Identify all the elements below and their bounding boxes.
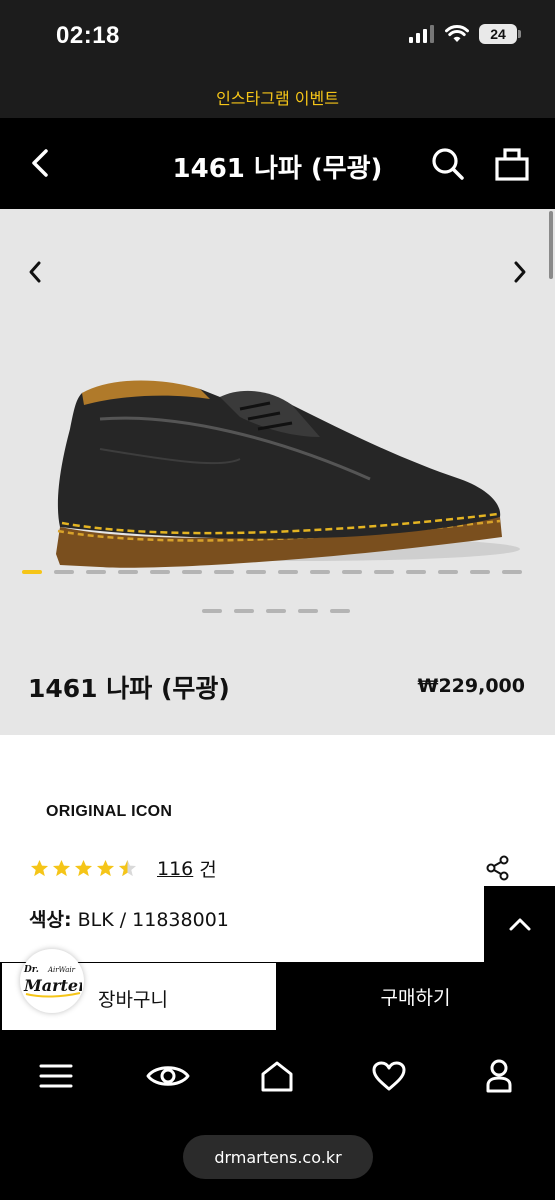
rating-row[interactable]: 116 건: [30, 855, 217, 882]
add-to-cart-button[interactable]: Dr. AirWair Martens 장바구니: [2, 949, 276, 1030]
gallery-next-button[interactable]: [505, 257, 535, 287]
product-image: [56, 380, 520, 568]
purchase-actions: Dr. AirWair Martens 장바구니 구매하기: [0, 949, 555, 1032]
nav-home-button[interactable]: [257, 1058, 297, 1094]
battery-icon: 24: [479, 24, 521, 44]
bottom-navigation: drmartens.co.kr: [0, 1032, 555, 1200]
product-price: ₩229,000: [417, 675, 526, 697]
star-half-icon: [118, 859, 137, 877]
promo-banner-text: 인스타그램 이벤트: [216, 88, 339, 108]
review-count-unit: 건: [199, 859, 217, 881]
shopping-bag-icon: [495, 148, 529, 181]
nav-wishlist-button[interactable]: [369, 1058, 409, 1094]
user-icon: [486, 1059, 512, 1093]
gallery-dot[interactable]: [202, 609, 222, 613]
collection-label: ORIGINAL ICON: [46, 803, 173, 820]
gallery-dot[interactable]: [118, 570, 138, 574]
browser-url-bar[interactable]: drmartens.co.kr: [183, 1135, 373, 1179]
color-value: BLK / 11838001: [77, 909, 229, 931]
url-text: drmartens.co.kr: [214, 1147, 342, 1167]
buy-now-label: 구매하기: [380, 987, 451, 1009]
search-icon: [432, 148, 464, 180]
chevron-right-icon: [514, 261, 526, 283]
scrollbar[interactable]: [549, 211, 553, 279]
wifi-icon: [445, 25, 469, 42]
gallery-dot[interactable]: [502, 570, 522, 574]
svg-text:Martens: Martens: [23, 976, 82, 995]
shopping-bag-button[interactable]: [493, 145, 531, 183]
gallery-dot[interactable]: [374, 570, 394, 574]
star-icon: [30, 859, 49, 877]
gallery-dot[interactable]: [278, 570, 298, 574]
product-gallery[interactable]: 1461 나파 (무광) ₩229,000: [0, 209, 555, 735]
color-row: 색상: BLK / 11838001: [29, 905, 229, 932]
svg-text:Dr.: Dr.: [23, 965, 39, 975]
gallery-dot[interactable]: [234, 609, 254, 613]
status-time: 02:18: [56, 22, 120, 49]
signal-icon: [409, 25, 434, 43]
brand-logo: Dr. AirWair Martens: [20, 949, 84, 1013]
gallery-indicator-primary: [22, 570, 522, 574]
promo-banner[interactable]: 인스타그램 이벤트: [0, 75, 555, 118]
gallery-dot[interactable]: [298, 609, 318, 613]
gallery-prev-button[interactable]: [20, 257, 50, 287]
scroll-to-top-button[interactable]: [484, 886, 555, 962]
gallery-dot[interactable]: [342, 570, 362, 574]
product-info: ORIGINAL ICON 116 건 색상: BLK / 11838001: [0, 735, 555, 962]
product-name: 1461 나파 (무광): [28, 674, 230, 703]
nav-menu-button[interactable]: [36, 1058, 76, 1094]
gallery-dot[interactable]: [266, 609, 286, 613]
gallery-dot[interactable]: [214, 570, 234, 574]
page-title: 1461 나파 (무광): [172, 154, 383, 184]
share-icon: [486, 855, 509, 881]
status-bar: 02:18 24: [0, 0, 555, 75]
nav-recently-viewed-button[interactable]: [145, 1058, 191, 1094]
chevron-up-icon: [509, 918, 530, 931]
gallery-dot[interactable]: [246, 570, 266, 574]
gallery-dot-active[interactable]: [22, 570, 42, 574]
nav-account-button[interactable]: [479, 1058, 519, 1094]
gallery-dot[interactable]: [310, 570, 330, 574]
menu-icon: [39, 1064, 73, 1088]
heart-icon: [372, 1061, 406, 1091]
search-button[interactable]: [430, 146, 466, 182]
buy-now-button[interactable]: 구매하기: [276, 963, 555, 1030]
rating-stars: [30, 859, 137, 878]
gallery-dot[interactable]: [406, 570, 426, 574]
add-to-cart-label: 장바구니: [98, 989, 168, 1011]
gallery-dot[interactable]: [150, 570, 170, 574]
dr-martens-logo-icon: Dr. AirWair Martens: [23, 965, 82, 998]
color-label: 색상:: [29, 909, 72, 931]
gallery-dot[interactable]: [86, 570, 106, 574]
gallery-indicator-secondary: [202, 609, 350, 613]
status-icons: 24: [409, 24, 521, 44]
eye-icon: [146, 1066, 190, 1086]
chevron-left-icon: [29, 261, 41, 283]
star-icon: [74, 859, 93, 877]
product-header: 1461 나파 (무광): [0, 118, 555, 209]
star-icon: [52, 859, 71, 877]
gallery-dot[interactable]: [470, 570, 490, 574]
svg-text:AirWair: AirWair: [47, 966, 76, 974]
gallery-dot[interactable]: [54, 570, 74, 574]
star-icon: [96, 859, 115, 877]
review-count-link[interactable]: 116: [157, 858, 193, 880]
share-button[interactable]: [485, 855, 511, 881]
gallery-dot[interactable]: [182, 570, 202, 574]
gallery-dot[interactable]: [330, 609, 350, 613]
gallery-dot[interactable]: [438, 570, 458, 574]
home-icon: [261, 1061, 293, 1092]
